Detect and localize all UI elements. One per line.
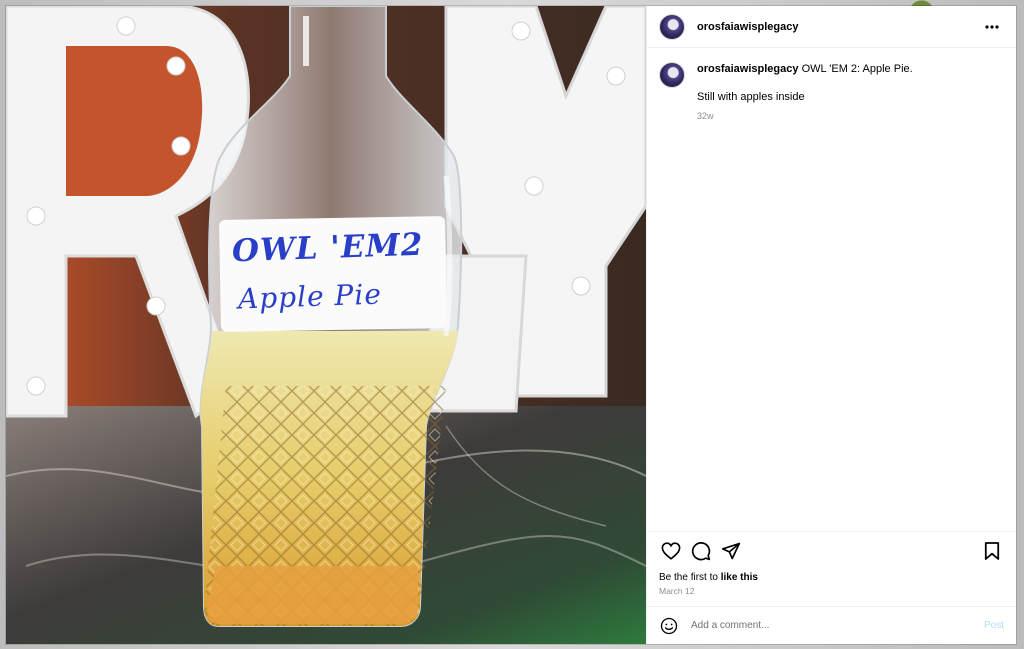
caption-timestamp[interactable]: 32w: [697, 109, 913, 124]
comment-form: Post: [647, 606, 1016, 644]
caption-body: orosfaiawisplegacy OWL 'EM 2: Apple Pie.…: [697, 62, 913, 124]
bookmark-icon[interactable]: [978, 537, 1006, 565]
bottle-label-title: OWL 'EM2: [231, 226, 424, 270]
post-date[interactable]: March 12: [647, 583, 1016, 606]
caption-avatar[interactable]: [659, 62, 685, 88]
post-modal: OWL 'EM2 Apple Pie orosfaiawisplegacy or…: [6, 6, 1016, 644]
avatar[interactable]: [659, 13, 685, 40]
like-this-link[interactable]: like this: [721, 572, 758, 583]
photo-illustration: [6, 6, 646, 644]
likes-summary: Be the first to like this: [647, 572, 1016, 583]
header-username[interactable]: orosfaiawisplegacy: [697, 21, 799, 33]
share-paper-plane-icon[interactable]: [717, 537, 745, 565]
caption: orosfaiawisplegacy OWL 'EM 2: Apple Pie.…: [659, 62, 1004, 124]
post-header: orosfaiawisplegacy: [647, 6, 1016, 48]
emoji-smiley-icon[interactable]: [659, 616, 679, 636]
more-options-icon[interactable]: [980, 15, 1004, 39]
likes-prefix: Be the first to: [659, 572, 721, 583]
comments-area[interactable]: orosfaiawisplegacy OWL 'EM 2: Apple Pie.…: [647, 48, 1016, 531]
caption-username[interactable]: orosfaiawisplegacy: [697, 63, 799, 75]
bottle-label-subtitle: Apple Pie: [237, 277, 383, 316]
caption-extra-text: Still with apples inside: [697, 91, 805, 103]
caption-title: OWL 'EM 2: Apple Pie.: [801, 63, 913, 75]
comment-bubble-icon[interactable]: [687, 537, 715, 565]
action-bar: [647, 532, 1016, 570]
comment-input[interactable]: [689, 619, 984, 632]
post-photo[interactable]: OWL 'EM2 Apple Pie: [6, 6, 646, 644]
heart-icon[interactable]: [657, 537, 685, 565]
post-comment-button[interactable]: Post: [984, 620, 1004, 631]
actions-section: Be the first to like this March 12: [647, 531, 1016, 606]
post-side-panel: orosfaiawisplegacy orosfaiawisplegacy OW…: [646, 6, 1016, 644]
